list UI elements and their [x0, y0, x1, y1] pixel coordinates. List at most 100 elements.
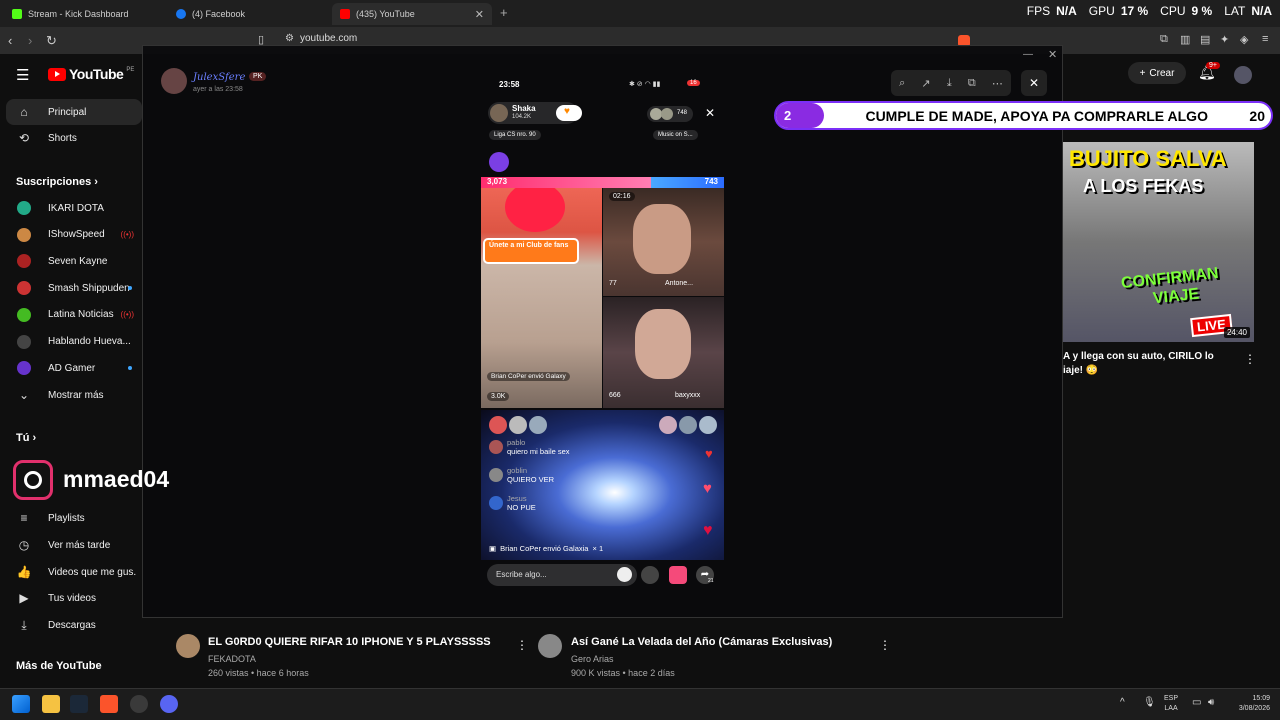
chevron-up-icon[interactable]: ^ [1120, 697, 1125, 708]
more-options-icon[interactable]: ⋮ [879, 638, 891, 652]
side-video-title-line1: A y llega con su auto, CIRILO lo [1063, 351, 1214, 362]
video-title[interactable]: Así Gané La Velada del Año (Cámaras Excl… [571, 636, 832, 648]
sidebar-item-downloads[interactable]: ⤓ Descargas [0, 612, 140, 638]
sidebar-item-liked[interactable]: 👍 Videos que me gus... [0, 559, 140, 585]
volume-icon[interactable]: 🔊︎ [1208, 697, 1214, 708]
gpu-value: 17 % [1120, 4, 1149, 18]
sidebar-item-subscription[interactable]: Smash Shippuden [0, 275, 140, 301]
sidebar-item-shorts[interactable]: ⟲ Shorts [0, 125, 140, 151]
forward-icon[interactable]: › [28, 33, 32, 48]
poster-name[interactable]: JulexSfere [193, 72, 245, 83]
live-icon: ((•)) [120, 310, 134, 320]
brave-icon[interactable] [100, 695, 118, 713]
wallet-icon[interactable]: ▤ [1200, 33, 1210, 46]
video-channel[interactable]: Gero Arias [571, 654, 614, 664]
sidebar-item-subscription[interactable]: AD Gamer [0, 355, 140, 381]
heart-icon[interactable]: ♥ [703, 522, 713, 540]
tab-facebook[interactable]: (4) Facebook [168, 3, 328, 25]
new-tab-icon[interactable]: + [500, 5, 508, 20]
gift-box-icon: ▣ [489, 544, 497, 553]
guest-tile-3[interactable]: 666 baxyxxx [603, 297, 724, 408]
vpn-icon[interactable]: ◈ [1240, 33, 1248, 46]
sidebar-item-your-videos[interactable]: ▶ Tus videos [0, 585, 140, 611]
hamburger-menu-icon[interactable]: ☰ [16, 66, 29, 84]
fan-club-button[interactable]: Únete a mi Club de fans [483, 238, 579, 264]
file-explorer-icon[interactable] [42, 695, 60, 713]
rose-gift-icon[interactable] [641, 566, 659, 584]
minimize-icon[interactable]: — [1023, 49, 1033, 60]
chat-text: NO PUE [507, 503, 536, 512]
more-icon[interactable]: ⋯ [992, 77, 1003, 90]
music-badge[interactable]: Music on S... [653, 130, 698, 140]
close-viewer-button[interactable]: ✕ [1021, 70, 1047, 96]
back-icon[interactable]: ‹ [8, 33, 12, 48]
tab-youtube[interactable]: (435) YouTube ✕ [332, 3, 492, 25]
follow-heart-button[interactable]: ♥ [556, 105, 582, 121]
extensions-icon[interactable]: ⧉ [1160, 33, 1168, 46]
avatar[interactable] [1234, 66, 1252, 84]
comment-input[interactable]: Escribe algo... [487, 564, 637, 586]
video-channel[interactable]: FEKADOTA [208, 654, 256, 664]
close-window-icon[interactable]: ✕ [1048, 48, 1057, 61]
kick-icon [12, 9, 22, 19]
download-icon[interactable]: ⤓ [947, 77, 952, 90]
close-live-icon[interactable]: ✕ [705, 106, 715, 120]
sidebar-item-label: Descargas [48, 619, 96, 631]
obs-icon[interactable] [130, 695, 148, 713]
sidebar-icon[interactable]: ▥ [1180, 33, 1190, 46]
discord-icon[interactable] [160, 695, 178, 713]
site-info-icon[interactable]: ⚙ [285, 33, 294, 44]
microphone-icon[interactable]: 🎙︎ [1143, 697, 1156, 708]
guest-tile-main[interactable]: Únete a mi Club de fans Brian CoPer envi… [481, 188, 602, 408]
video-icon: ▶ [19, 591, 29, 605]
guest-tile-2[interactable]: 02:16 77 Antone... [603, 188, 724, 296]
start-menu-icon[interactable] [12, 695, 30, 713]
reload-icon[interactable]: ↻ [46, 33, 57, 49]
channel-avatar[interactable] [538, 634, 562, 658]
network-icon[interactable]: ▭ [1192, 697, 1201, 708]
league-badge[interactable]: Liga CS nro. 90 [489, 130, 541, 140]
show-more-button[interactable]: ⌄ Mostrar más [0, 382, 140, 408]
guest-face [633, 204, 691, 274]
emoji-icon[interactable] [617, 567, 632, 582]
share-icon[interactable]: ↗ [921, 77, 930, 90]
sidebar-item-subscription[interactable]: Hablando Hueva... [0, 329, 140, 355]
sidebar-item-subscription[interactable]: IShowSpeed ((•)) [0, 222, 140, 248]
sidebar-item-subscription[interactable]: IKARI DOTA [0, 195, 140, 221]
sidebar-item-principal[interactable]: ⌂ Principal [6, 99, 142, 125]
event-icon[interactable] [489, 152, 509, 172]
more-options-icon[interactable]: ⋮ [516, 638, 528, 652]
host-pill[interactable]: Shaka 104.2K ♥ [488, 102, 582, 124]
tab-kick[interactable]: Stream - Kick Dashboard [4, 3, 164, 25]
url-text[interactable]: youtube.com [300, 33, 357, 44]
steam-icon[interactable] [70, 695, 88, 713]
youtube-logo[interactable]: YouTube PE [48, 66, 134, 82]
close-tab-icon[interactable]: ✕ [475, 8, 484, 21]
more-options-icon[interactable]: ⋮ [1244, 352, 1256, 366]
gift-icon[interactable] [669, 566, 687, 584]
clock[interactable]: 15:09 3/08/2026 [1228, 694, 1270, 714]
close-icon: ✕ [1028, 76, 1040, 90]
viewers-pill[interactable]: 748 [647, 106, 693, 122]
score-right: 743 [704, 177, 718, 186]
create-button[interactable]: + Crear [1128, 62, 1186, 84]
you-header[interactable]: Tú › [16, 432, 36, 444]
sidebar-item-subscription[interactable]: Latina Noticias ((•)) [0, 302, 140, 328]
menu-icon[interactable]: ≡ [1262, 33, 1268, 45]
side-video-thumbnail[interactable]: BUJITO SALVA A LOS FEKAS CONFIRMAN VIAJE… [1063, 142, 1254, 342]
tab-label: (4) Facebook [192, 9, 246, 19]
leo-icon[interactable]: ✦ [1220, 33, 1229, 46]
sidebar-item-watch-later[interactable]: ◷ Ver más tarde [0, 532, 140, 558]
sidebar-item-playlists[interactable]: ≡ Playlists [0, 505, 140, 531]
open-external-icon[interactable]: ⧉ [968, 77, 976, 90]
viewer-avatar [509, 416, 527, 434]
zoom-icon[interactable]: ⌕ [899, 77, 905, 90]
language-indicator[interactable]: ESP LAA [1164, 694, 1178, 714]
subscriptions-header[interactable]: Suscripciones › [16, 176, 98, 188]
channel-avatar[interactable] [176, 634, 200, 658]
side-video-title[interactable]: A y llega con su auto, CIRILO lo iaje! 😳 [1063, 350, 1214, 378]
video-title[interactable]: EL G0RD0 QUIERE RIFAR 10 IPHONE Y 5 PLAY… [208, 636, 491, 648]
sidebar-item-subscription[interactable]: Seven Kayne [0, 248, 140, 274]
viewer-avatar [489, 416, 507, 434]
logo-text: YouTube [69, 66, 124, 82]
